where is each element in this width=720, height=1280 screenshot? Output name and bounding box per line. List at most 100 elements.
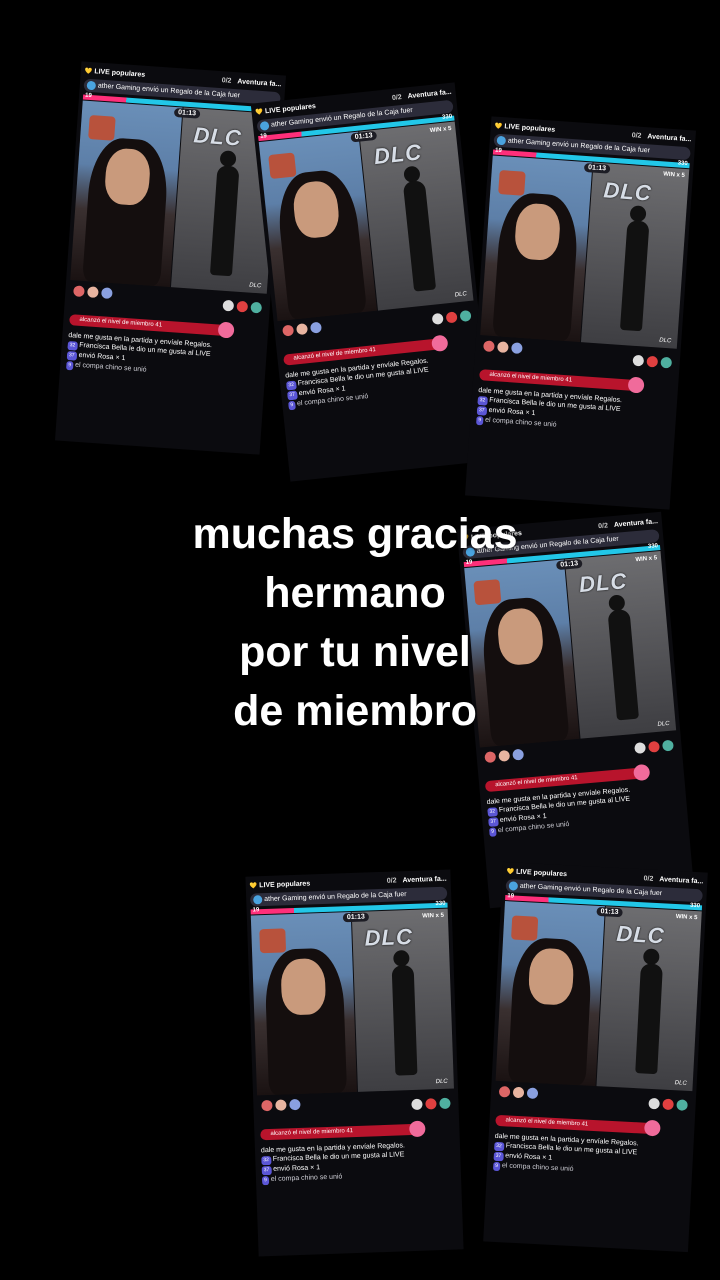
adventure-label[interactable]: Aventura fa... (237, 78, 281, 88)
popular-label[interactable]: LIVE populares (250, 880, 310, 889)
counter: 0/2 (631, 131, 642, 140)
right-score: 330 (435, 900, 446, 908)
avatar[interactable] (73, 285, 85, 298)
left-viewer-avatars[interactable] (73, 285, 113, 300)
gift-count: × 1 (536, 812, 547, 821)
avatar[interactable] (439, 1097, 451, 1110)
avatar[interactable] (648, 1097, 660, 1110)
avatar[interactable] (662, 1098, 674, 1111)
right-viewer-avatars[interactable] (648, 1097, 688, 1111)
stream-screenshot-6: LIVE populares 0/2 Aventura fa... ather … (483, 861, 708, 1253)
left-score: 19 (252, 907, 260, 914)
guest-figure (635, 963, 663, 1075)
avatar[interactable] (459, 309, 472, 323)
adventure-label[interactable]: Aventura fa... (647, 133, 691, 143)
flower-picture (88, 115, 116, 141)
avatar[interactable] (261, 1099, 273, 1112)
left-viewer-avatars[interactable] (282, 321, 323, 337)
avatar[interactable] (498, 1086, 511, 1098)
win-streak: WIN x 5 (429, 125, 452, 135)
avatar[interactable] (498, 749, 511, 762)
dlc-logo: DLC (192, 122, 243, 151)
popular-label[interactable]: LIVE populares (255, 102, 316, 115)
avatar[interactable] (250, 301, 263, 314)
avatar[interactable] (526, 1087, 539, 1100)
avatar[interactable] (425, 1098, 437, 1110)
avatar[interactable] (222, 299, 235, 312)
popular-label[interactable]: LIVE populares (85, 67, 145, 79)
avatar[interactable] (445, 311, 458, 324)
left-viewer-avatars[interactable] (498, 1086, 539, 1100)
avatar[interactable] (660, 356, 673, 369)
right-viewer-avatars[interactable] (222, 299, 263, 314)
avatar[interactable] (511, 342, 523, 355)
dlc-signature: DLC (674, 1080, 687, 1087)
right-viewer-avatars[interactable] (431, 309, 472, 325)
left-viewer-avatars[interactable] (261, 1098, 301, 1112)
guest-figure (209, 165, 240, 277)
caption-line-2: hermano (264, 569, 446, 617)
avatar[interactable] (483, 340, 495, 353)
right-viewer-avatars[interactable] (411, 1097, 451, 1111)
popular-label[interactable]: LIVE populares (506, 868, 567, 878)
heart-icon (633, 763, 651, 782)
right-viewer-avatars[interactable] (634, 739, 674, 754)
adventure-label[interactable]: Aventura fa... (407, 88, 452, 100)
stream-screenshot-3: LIVE populares 0/2 Aventura fa... ather … (464, 116, 697, 510)
chat-feed: dale me gusta en la partida y envíale Re… (261, 1140, 455, 1186)
guest-head (629, 205, 647, 223)
adventure-label[interactable]: Aventura fa... (659, 876, 703, 885)
host-face (280, 957, 327, 1016)
avatar[interactable] (676, 1099, 688, 1111)
flower-picture (259, 928, 287, 954)
level-badge: 9 (65, 361, 74, 371)
avatar[interactable] (295, 323, 309, 336)
avatar[interactable] (289, 1098, 301, 1111)
caption-line-1: muchas gracias (192, 510, 518, 558)
level-badge: 9 (288, 400, 296, 411)
adventure-label[interactable]: Aventura fa... (614, 518, 659, 529)
avatar[interactable] (431, 312, 444, 325)
dlc-logo: DLC (602, 177, 653, 206)
avatar[interactable] (236, 300, 249, 313)
avatar[interactable] (309, 321, 323, 334)
popular-label[interactable]: LIVE populares (495, 122, 555, 134)
right-viewer-avatars[interactable] (632, 354, 673, 369)
level-badge: 9 (261, 1176, 269, 1186)
avatar[interactable] (411, 1098, 423, 1111)
avatar[interactable] (632, 354, 645, 367)
avatar[interactable] (648, 740, 660, 753)
dlc-signature: DLC (249, 282, 262, 290)
avatar[interactable] (661, 739, 674, 752)
avatar[interactable] (87, 286, 99, 299)
avatar[interactable] (282, 324, 295, 337)
left-viewer-avatars[interactable] (483, 340, 523, 355)
chat-feed: dale me gusta en la partida y envíale Re… (475, 386, 671, 438)
avatar[interactable] (646, 355, 659, 368)
member-level-notice: alcanzó el nivel de miembro 41 (495, 1114, 656, 1135)
avatar[interactable] (101, 287, 113, 300)
chat-text: le dio un me gusta al LIVE (555, 1145, 638, 1157)
level-badge: 9 (492, 1161, 501, 1172)
battle-timer: 01:13 (583, 162, 611, 174)
counter: 0/2 (391, 93, 403, 102)
avatar[interactable] (512, 1086, 525, 1099)
adventure-label[interactable]: Aventura fa... (402, 875, 446, 884)
avatar[interactable] (484, 751, 497, 764)
heart-icon (627, 376, 645, 394)
guest-head (642, 948, 660, 966)
chat-user: Francisca Bella (505, 1142, 554, 1152)
heart-icon (409, 1120, 426, 1138)
left-viewer-avatars[interactable] (484, 748, 525, 764)
caption-line-3: por tu nivel (239, 628, 471, 676)
avatar[interactable] (497, 341, 509, 354)
avatar[interactable] (634, 742, 647, 754)
flower-picture (511, 915, 539, 941)
avatar[interactable] (512, 748, 525, 761)
stream-screenshot-1: LIVE populares 0/2 Aventura fa... ather … (54, 61, 287, 455)
gift-count: × 1 (525, 409, 536, 418)
win-streak: WIN x 5 (662, 171, 686, 179)
gift-count: × 1 (310, 1164, 321, 1172)
chat-text: le dio un me gusta al LIVE (322, 1151, 405, 1162)
avatar[interactable] (275, 1099, 287, 1111)
